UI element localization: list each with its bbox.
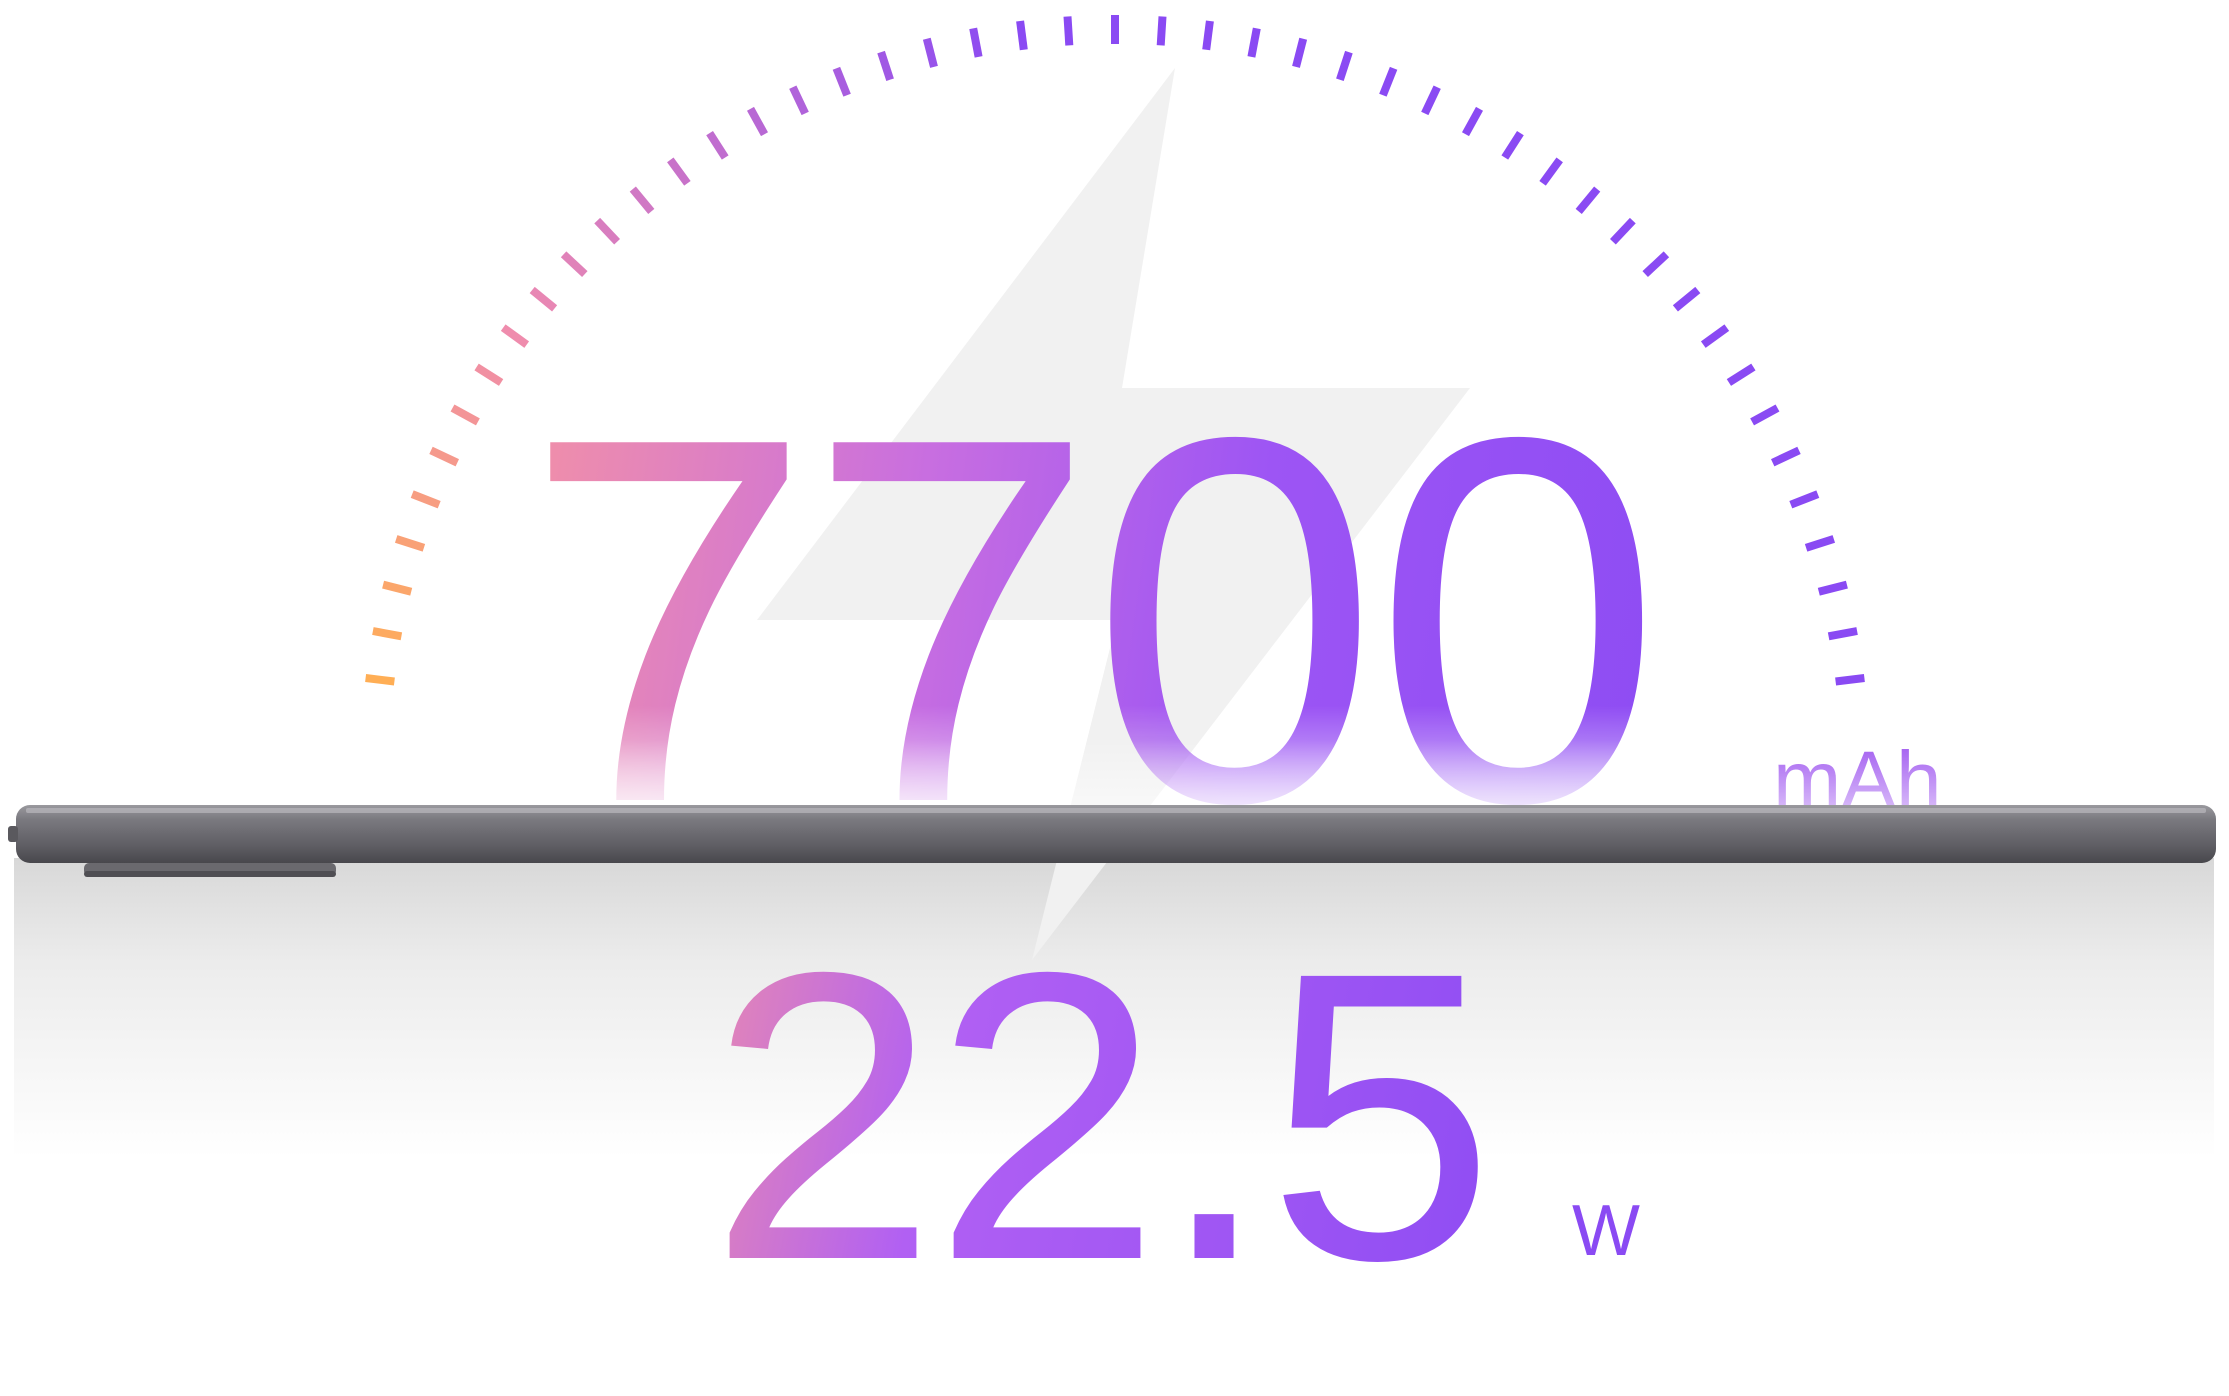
- dial-tick: [372, 627, 403, 641]
- dial-tick: [922, 37, 938, 68]
- dial-tick: [1461, 106, 1484, 137]
- dial-tick: [1609, 217, 1636, 245]
- dial-tick: [1247, 27, 1261, 58]
- dial-tick: [1575, 186, 1601, 214]
- battery-charging-promo: 7700 mAh 22.5 W: [0, 15, 2229, 1345]
- dial-tick: [877, 50, 894, 81]
- dial-tick: [1642, 251, 1670, 278]
- dial-tick: [1063, 16, 1074, 46]
- dial-tick: [529, 286, 558, 312]
- dial-tick: [1016, 20, 1028, 51]
- dial-tick: [429, 446, 459, 467]
- dial-tick: [1789, 490, 1820, 509]
- dial-tick: [474, 363, 504, 386]
- dial-tick: [1501, 130, 1524, 160]
- dial-tick: [1292, 37, 1308, 68]
- dial-tick: [1156, 16, 1167, 46]
- dial-tick: [629, 186, 655, 214]
- dial-tick: [1336, 50, 1353, 81]
- dial-tick: [1750, 404, 1780, 426]
- dial-tick: [789, 85, 809, 116]
- dial-tick: [394, 535, 426, 552]
- dial-tick: [1672, 286, 1701, 312]
- dial-tick: [365, 674, 395, 686]
- dial-tick: [1804, 535, 1836, 552]
- dial-tick: [1202, 20, 1214, 51]
- dial-tick: [1771, 446, 1801, 467]
- charging-power-value: 22.5: [709, 887, 1491, 1345]
- dial-tick: [560, 251, 588, 278]
- dial-tick: [832, 66, 851, 97]
- dial-tick: [382, 580, 413, 596]
- dial-tick: [1817, 580, 1848, 596]
- dial-tick: [1726, 363, 1756, 386]
- dial-tick: [1379, 66, 1398, 97]
- dial-tick: [667, 157, 691, 186]
- dial-tick: [450, 404, 480, 426]
- dial-tick: [1700, 324, 1730, 348]
- dial-tick: [1827, 627, 1858, 641]
- dial-tick: [410, 490, 441, 509]
- dial-tick: [746, 106, 769, 137]
- dial-tick: [594, 217, 621, 245]
- dial-tick: [1539, 157, 1563, 186]
- dial-tick: [706, 130, 729, 160]
- dial-tick: [969, 27, 983, 58]
- charging-power-unit: W: [1572, 1191, 1640, 1271]
- dial-tick: [1421, 85, 1441, 116]
- dial-tick: [1835, 674, 1865, 686]
